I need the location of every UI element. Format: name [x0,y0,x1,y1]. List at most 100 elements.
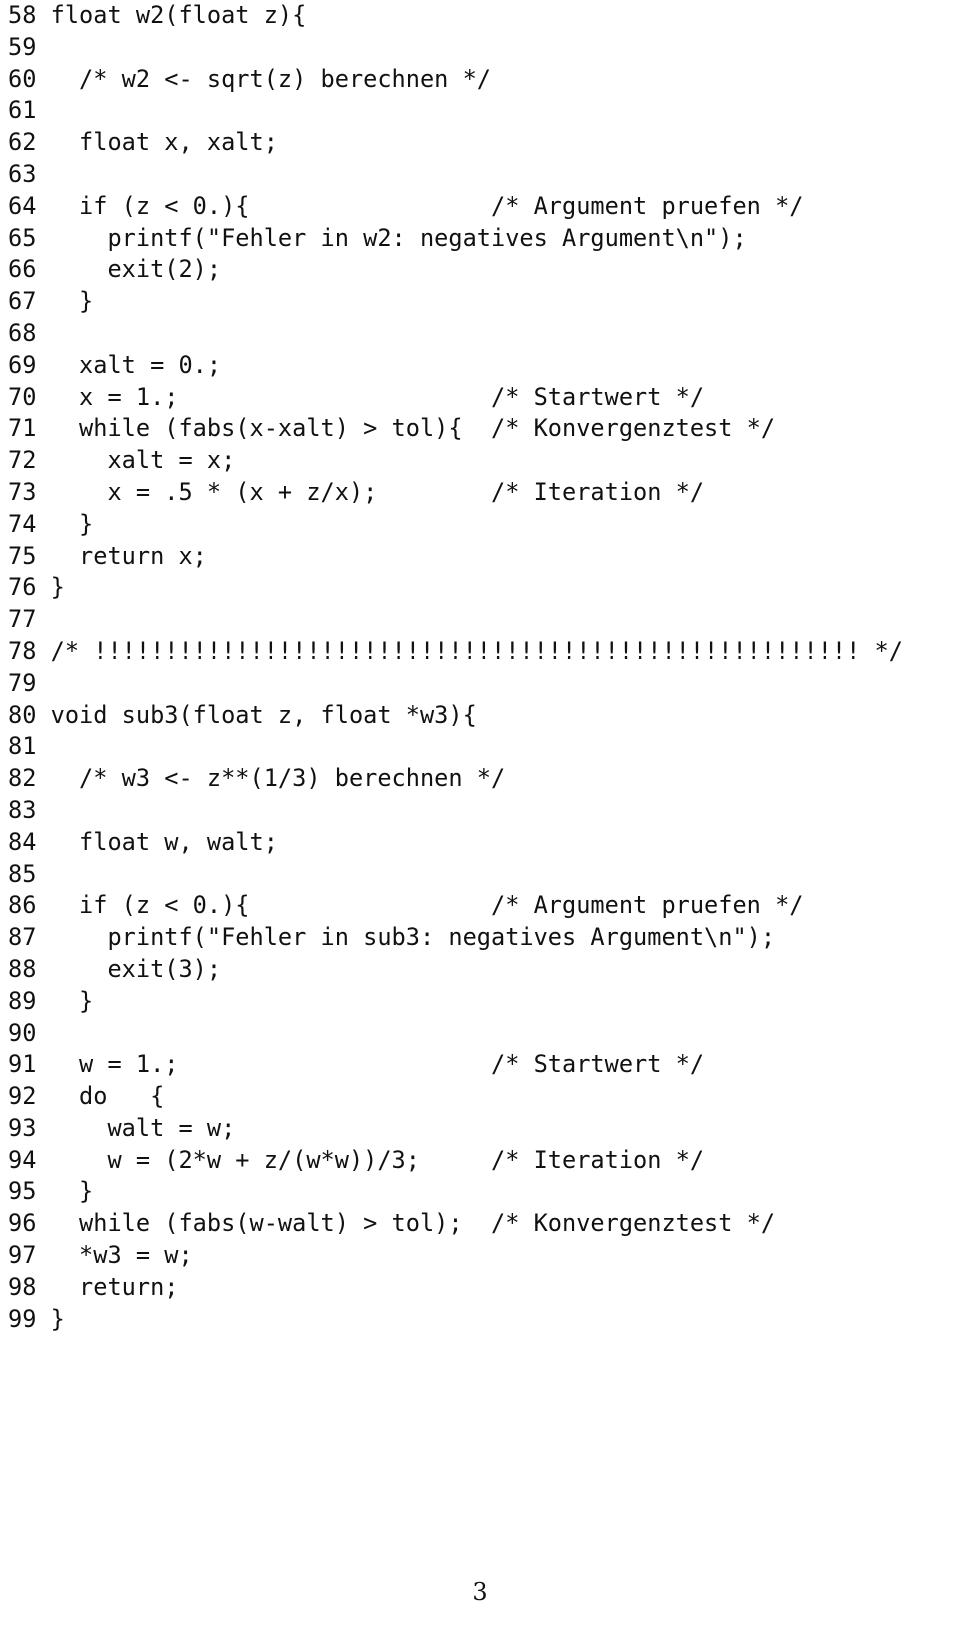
line-number: 70 [8,382,37,411]
code-line-text: void sub3(float z, float *w3){ [50,700,477,729]
line-number-gutter-space [36,605,50,633]
line-number: 79 [8,668,37,697]
code-line: 87 printf("Fehler in sub3: negatives Arg… [8,922,952,954]
code-line: 70 x = 1.; /* Startwert */ [8,382,952,414]
line-number-gutter-space [36,160,50,188]
code-line-text: w = 1.; /* Startwert */ [50,1050,705,1079]
code-line: 81 [8,731,952,763]
document-page: 58 float w2(float z){ 59 60 /* w2 <- sqrt… [0,0,960,1636]
code-line-text: exit(3); [50,954,222,983]
code-line: 79 [8,668,952,700]
code-line-text: xalt = 0.; [50,350,222,379]
line-number-gutter-space [36,1,50,29]
code-line: 94 w = (2*w + z/(w*w))/3; /* Iteration *… [8,1145,952,1177]
line-number: 94 [8,1145,37,1174]
line-number: 96 [8,1209,37,1238]
code-line-text: /* w3 <- z**(1/3) berechnen */ [50,764,506,793]
line-number-gutter-space [36,255,50,283]
line-number: 91 [8,1050,37,1079]
line-number: 80 [8,700,37,729]
code-line: 90 [8,1018,952,1050]
code-line: 78 /* !!!!!!!!!!!!!!!!!!!!!!!!!!!!!!!!!!… [8,636,952,668]
line-number-gutter-space [36,542,50,570]
code-line-text: return x; [50,541,207,570]
line-number: 72 [8,446,37,475]
code-line: 73 x = .5 * (x + z/x); /* Iteration */ [8,477,952,509]
code-line-text: while (fabs(w-walt) > tol); /* Konvergen… [50,1209,776,1238]
code-line-text: while (fabs(x-xalt) > tol){ /* Konvergen… [50,414,776,443]
code-line: 89 } [8,986,952,1018]
code-line-text: do { [50,1082,165,1111]
line-number-gutter-space [36,478,50,506]
code-line-text: x = 1.; /* Startwert */ [50,382,705,411]
line-number: 65 [8,223,37,252]
line-number-gutter-space [36,446,50,474]
code-line: 67 } [8,286,952,318]
code-line-text: } [50,573,65,602]
line-number-gutter-space [36,828,50,856]
code-line-text: *w3 = w; [50,1241,193,1270]
line-number: 76 [8,573,37,602]
code-line-text: if (z < 0.){ /* Argument pruefen */ [50,891,804,920]
code-line: 98 return; [8,1272,952,1304]
code-line-text: printf("Fehler in sub3: negatives Argume… [50,923,776,952]
line-number-gutter-space [36,764,50,792]
code-line-text: x = .5 * (x + z/x); /* Iteration */ [50,477,705,506]
code-line: 97 *w3 = w; [8,1240,952,1272]
code-line: 80 void sub3(float z, float *w3){ [8,700,952,732]
line-number-gutter-space [36,1177,50,1205]
line-number: 68 [8,318,37,347]
line-number-gutter-space [36,224,50,252]
code-line: 92 do { [8,1081,952,1113]
line-number-gutter-space [36,128,50,156]
code-line-text: return; [50,1272,179,1301]
line-number: 71 [8,414,37,443]
line-number: 95 [8,1177,37,1206]
code-line-text: } [50,1177,94,1206]
code-line: 74 } [8,509,952,541]
line-number: 90 [8,1018,37,1047]
line-number-gutter-space [36,1019,50,1047]
code-line: 63 [8,159,952,191]
line-number: 74 [8,509,37,538]
line-number-gutter-space [36,955,50,983]
code-line: 82 /* w3 <- z**(1/3) berechnen */ [8,763,952,795]
line-number: 93 [8,1113,37,1142]
code-line-text: xalt = x; [50,446,236,475]
line-number-gutter-space [36,923,50,951]
line-number-gutter-space [36,732,50,760]
line-number-gutter-space [36,1114,50,1142]
code-line: 65 printf("Fehler in w2: negatives Argum… [8,223,952,255]
code-line-text: } [50,986,94,1015]
line-number-gutter-space [36,637,50,665]
page-number: 3 [472,1578,488,1606]
line-number-gutter-space [36,1209,50,1237]
code-line-text: exit(2); [50,255,222,284]
code-line: 96 while (fabs(w-walt) > tol); /* Konver… [8,1208,952,1240]
line-number-gutter-space [36,96,50,124]
line-number-gutter-space [36,860,50,888]
line-number: 67 [8,287,37,316]
code-line-text: float w2(float z){ [50,1,307,29]
line-number: 97 [8,1241,37,1270]
code-line-text: } [50,1304,65,1333]
line-number-gutter-space [36,510,50,538]
line-number-gutter-space [36,287,50,315]
line-number: 60 [8,64,37,93]
code-line: 77 [8,604,952,636]
line-number: 66 [8,255,37,284]
code-listing: 58 float w2(float z){ 59 60 /* w2 <- sqrt… [8,0,952,1335]
code-line: 84 float w, walt; [8,827,952,859]
line-number-gutter-space [36,65,50,93]
code-line: 66 exit(2); [8,254,952,286]
line-number: 58 [8,1,37,29]
code-line: 59 [8,32,952,64]
code-line-text: float w, walt; [50,827,278,856]
line-number-gutter-space [36,414,50,442]
code-line: 62 float x, xalt; [8,127,952,159]
line-number: 77 [8,605,37,634]
code-line: 60 /* w2 <- sqrt(z) berechnen */ [8,64,952,96]
line-number: 62 [8,128,37,157]
code-line: 64 if (z < 0.){ /* Argument pruefen */ [8,191,952,223]
code-line: 69 xalt = 0.; [8,350,952,382]
